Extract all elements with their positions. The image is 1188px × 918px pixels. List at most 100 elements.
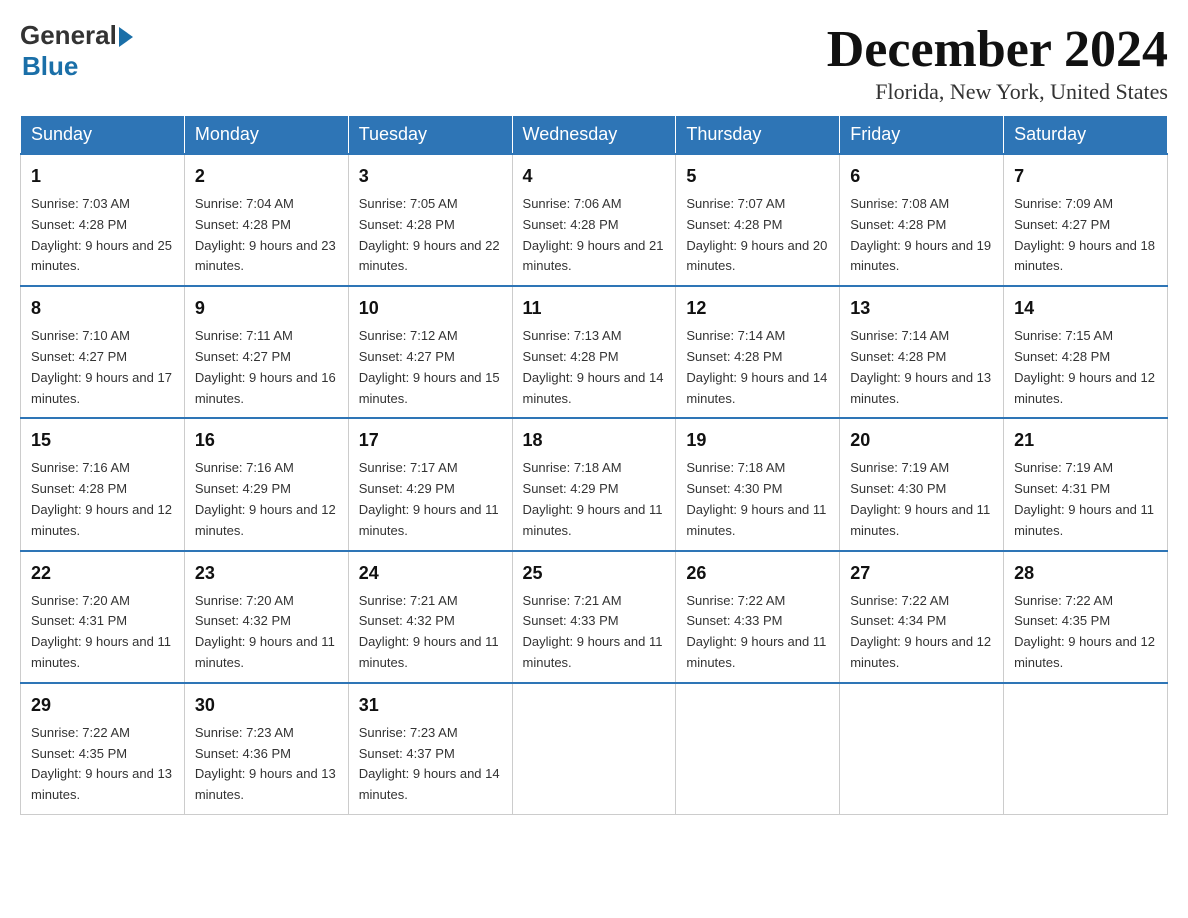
weekday-header-saturday: Saturday — [1004, 116, 1168, 155]
day-number: 30 — [195, 692, 338, 719]
logo: General Blue — [20, 20, 133, 82]
day-cell-9: 9 Sunrise: 7:11 AMSunset: 4:27 PMDayligh… — [184, 286, 348, 418]
day-info: Sunrise: 7:14 AMSunset: 4:28 PMDaylight:… — [850, 328, 991, 405]
day-cell-10: 10 Sunrise: 7:12 AMSunset: 4:27 PMDaylig… — [348, 286, 512, 418]
day-cell-1: 1 Sunrise: 7:03 AMSunset: 4:28 PMDayligh… — [21, 154, 185, 286]
weekday-header-tuesday: Tuesday — [348, 116, 512, 155]
day-cell-21: 21 Sunrise: 7:19 AMSunset: 4:31 PMDaylig… — [1004, 418, 1168, 550]
day-number: 4 — [523, 163, 666, 190]
day-cell-27: 27 Sunrise: 7:22 AMSunset: 4:34 PMDaylig… — [840, 551, 1004, 683]
day-info: Sunrise: 7:12 AMSunset: 4:27 PMDaylight:… — [359, 328, 500, 405]
day-number: 10 — [359, 295, 502, 322]
day-cell-13: 13 Sunrise: 7:14 AMSunset: 4:28 PMDaylig… — [840, 286, 1004, 418]
week-row-1: 1 Sunrise: 7:03 AMSunset: 4:28 PMDayligh… — [21, 154, 1168, 286]
day-number: 31 — [359, 692, 502, 719]
day-info: Sunrise: 7:08 AMSunset: 4:28 PMDaylight:… — [850, 196, 991, 273]
weekday-header-row: SundayMondayTuesdayWednesdayThursdayFrid… — [21, 116, 1168, 155]
day-info: Sunrise: 7:23 AMSunset: 4:36 PMDaylight:… — [195, 725, 336, 802]
day-cell-31: 31 Sunrise: 7:23 AMSunset: 4:37 PMDaylig… — [348, 683, 512, 815]
day-number: 27 — [850, 560, 993, 587]
day-info: Sunrise: 7:10 AMSunset: 4:27 PMDaylight:… — [31, 328, 172, 405]
day-number: 5 — [686, 163, 829, 190]
day-info: Sunrise: 7:22 AMSunset: 4:34 PMDaylight:… — [850, 593, 991, 670]
day-info: Sunrise: 7:20 AMSunset: 4:31 PMDaylight:… — [31, 593, 171, 670]
day-number: 24 — [359, 560, 502, 587]
weekday-header-wednesday: Wednesday — [512, 116, 676, 155]
day-info: Sunrise: 7:15 AMSunset: 4:28 PMDaylight:… — [1014, 328, 1155, 405]
day-cell-8: 8 Sunrise: 7:10 AMSunset: 4:27 PMDayligh… — [21, 286, 185, 418]
day-cell-4: 4 Sunrise: 7:06 AMSunset: 4:28 PMDayligh… — [512, 154, 676, 286]
day-info: Sunrise: 7:16 AMSunset: 4:29 PMDaylight:… — [195, 460, 336, 537]
day-number: 21 — [1014, 427, 1157, 454]
week-row-3: 15 Sunrise: 7:16 AMSunset: 4:28 PMDaylig… — [21, 418, 1168, 550]
day-number: 16 — [195, 427, 338, 454]
logo-blue-text: Blue — [22, 51, 78, 82]
location-title: Florida, New York, United States — [827, 79, 1168, 105]
day-number: 29 — [31, 692, 174, 719]
day-info: Sunrise: 7:19 AMSunset: 4:30 PMDaylight:… — [850, 460, 990, 537]
empty-cell — [676, 683, 840, 815]
day-number: 13 — [850, 295, 993, 322]
day-number: 28 — [1014, 560, 1157, 587]
day-cell-12: 12 Sunrise: 7:14 AMSunset: 4:28 PMDaylig… — [676, 286, 840, 418]
page-header: General Blue December 2024 Florida, New … — [20, 20, 1168, 105]
week-row-5: 29 Sunrise: 7:22 AMSunset: 4:35 PMDaylig… — [21, 683, 1168, 815]
day-number: 8 — [31, 295, 174, 322]
day-cell-26: 26 Sunrise: 7:22 AMSunset: 4:33 PMDaylig… — [676, 551, 840, 683]
day-cell-6: 6 Sunrise: 7:08 AMSunset: 4:28 PMDayligh… — [840, 154, 1004, 286]
day-cell-16: 16 Sunrise: 7:16 AMSunset: 4:29 PMDaylig… — [184, 418, 348, 550]
day-cell-28: 28 Sunrise: 7:22 AMSunset: 4:35 PMDaylig… — [1004, 551, 1168, 683]
title-block: December 2024 Florida, New York, United … — [827, 20, 1168, 105]
day-info: Sunrise: 7:21 AMSunset: 4:33 PMDaylight:… — [523, 593, 663, 670]
day-info: Sunrise: 7:23 AMSunset: 4:37 PMDaylight:… — [359, 725, 500, 802]
day-info: Sunrise: 7:17 AMSunset: 4:29 PMDaylight:… — [359, 460, 499, 537]
week-row-2: 8 Sunrise: 7:10 AMSunset: 4:27 PMDayligh… — [21, 286, 1168, 418]
day-cell-11: 11 Sunrise: 7:13 AMSunset: 4:28 PMDaylig… — [512, 286, 676, 418]
day-info: Sunrise: 7:19 AMSunset: 4:31 PMDaylight:… — [1014, 460, 1154, 537]
day-info: Sunrise: 7:09 AMSunset: 4:27 PMDaylight:… — [1014, 196, 1155, 273]
day-number: 1 — [31, 163, 174, 190]
day-cell-15: 15 Sunrise: 7:16 AMSunset: 4:28 PMDaylig… — [21, 418, 185, 550]
day-number: 11 — [523, 295, 666, 322]
weekday-header-monday: Monday — [184, 116, 348, 155]
day-info: Sunrise: 7:22 AMSunset: 4:33 PMDaylight:… — [686, 593, 826, 670]
day-number: 12 — [686, 295, 829, 322]
day-number: 15 — [31, 427, 174, 454]
day-number: 18 — [523, 427, 666, 454]
day-number: 19 — [686, 427, 829, 454]
day-info: Sunrise: 7:06 AMSunset: 4:28 PMDaylight:… — [523, 196, 664, 273]
day-cell-18: 18 Sunrise: 7:18 AMSunset: 4:29 PMDaylig… — [512, 418, 676, 550]
day-number: 3 — [359, 163, 502, 190]
day-number: 20 — [850, 427, 993, 454]
day-cell-29: 29 Sunrise: 7:22 AMSunset: 4:35 PMDaylig… — [21, 683, 185, 815]
weekday-header-sunday: Sunday — [21, 116, 185, 155]
week-row-4: 22 Sunrise: 7:20 AMSunset: 4:31 PMDaylig… — [21, 551, 1168, 683]
logo-arrow-icon — [119, 27, 133, 47]
day-cell-24: 24 Sunrise: 7:21 AMSunset: 4:32 PMDaylig… — [348, 551, 512, 683]
calendar-table: SundayMondayTuesdayWednesdayThursdayFrid… — [20, 115, 1168, 815]
day-info: Sunrise: 7:07 AMSunset: 4:28 PMDaylight:… — [686, 196, 827, 273]
day-cell-20: 20 Sunrise: 7:19 AMSunset: 4:30 PMDaylig… — [840, 418, 1004, 550]
day-info: Sunrise: 7:20 AMSunset: 4:32 PMDaylight:… — [195, 593, 335, 670]
day-cell-5: 5 Sunrise: 7:07 AMSunset: 4:28 PMDayligh… — [676, 154, 840, 286]
day-info: Sunrise: 7:21 AMSunset: 4:32 PMDaylight:… — [359, 593, 499, 670]
empty-cell — [512, 683, 676, 815]
day-cell-19: 19 Sunrise: 7:18 AMSunset: 4:30 PMDaylig… — [676, 418, 840, 550]
day-info: Sunrise: 7:13 AMSunset: 4:28 PMDaylight:… — [523, 328, 664, 405]
day-number: 7 — [1014, 163, 1157, 190]
day-number: 17 — [359, 427, 502, 454]
logo-general-text: General — [20, 20, 117, 51]
day-info: Sunrise: 7:22 AMSunset: 4:35 PMDaylight:… — [31, 725, 172, 802]
day-number: 23 — [195, 560, 338, 587]
weekday-header-friday: Friday — [840, 116, 1004, 155]
day-number: 9 — [195, 295, 338, 322]
day-cell-3: 3 Sunrise: 7:05 AMSunset: 4:28 PMDayligh… — [348, 154, 512, 286]
day-cell-2: 2 Sunrise: 7:04 AMSunset: 4:28 PMDayligh… — [184, 154, 348, 286]
day-cell-23: 23 Sunrise: 7:20 AMSunset: 4:32 PMDaylig… — [184, 551, 348, 683]
day-cell-17: 17 Sunrise: 7:17 AMSunset: 4:29 PMDaylig… — [348, 418, 512, 550]
empty-cell — [1004, 683, 1168, 815]
day-info: Sunrise: 7:04 AMSunset: 4:28 PMDaylight:… — [195, 196, 336, 273]
day-info: Sunrise: 7:11 AMSunset: 4:27 PMDaylight:… — [195, 328, 336, 405]
day-cell-22: 22 Sunrise: 7:20 AMSunset: 4:31 PMDaylig… — [21, 551, 185, 683]
day-info: Sunrise: 7:03 AMSunset: 4:28 PMDaylight:… — [31, 196, 172, 273]
